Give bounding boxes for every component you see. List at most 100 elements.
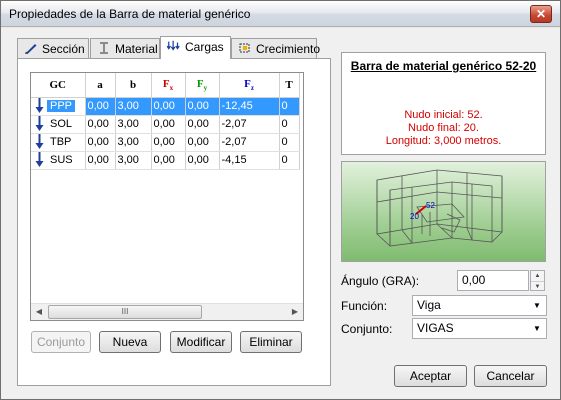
conjunto-button[interactable]: Conjunto	[31, 331, 91, 353]
bar-info-panel: Barra de material genérico 52-20 Nudo in…	[341, 52, 546, 155]
angulo-label: Ángulo (GRA):	[341, 274, 420, 288]
tab-cargas[interactable]: Cargas	[160, 36, 231, 59]
eliminar-button[interactable]: Eliminar	[240, 331, 302, 353]
conjunto-value: VIGAS	[417, 321, 454, 335]
node-label-end: 20	[410, 212, 419, 221]
tab-material[interactable]: Material	[90, 38, 160, 58]
tab-cargas-label: Cargas	[185, 40, 224, 54]
close-button[interactable]: ✕	[530, 5, 552, 23]
tab-seccion-label: Sección	[42, 42, 85, 56]
angulo-input[interactable]: 0,00	[457, 270, 529, 291]
bar-info-title: Barra de material genérico 52-20	[350, 59, 537, 73]
title-bar: Propiedades de la Barra de material gené…	[1, 1, 560, 27]
cell-b: 3,00	[115, 151, 152, 170]
longitud-text: Longitud: 3,000 metros.	[385, 135, 502, 147]
fy-subscript: y	[203, 83, 208, 92]
dialog-client-area: Sección Material Cargas Crecimiento GC a…	[1, 28, 560, 399]
funcion-label: Función:	[341, 299, 388, 313]
down-arrow-icon	[35, 116, 44, 131]
cell-b: 3,00	[115, 133, 152, 152]
cell-fz: -2,07	[219, 115, 280, 134]
fx-subscript: x	[169, 83, 174, 92]
fy-symbol: F	[196, 77, 204, 90]
scroll-left-icon[interactable]: ◀	[31, 304, 47, 320]
chevron-down-icon[interactable]: ▼	[530, 298, 544, 313]
window-title: Propiedades de la Barra de material gené…	[9, 7, 251, 21]
col-header-fz[interactable]: Fz	[219, 73, 280, 98]
cell-gc: PPP	[31, 97, 86, 116]
cell-fy: 0,00	[185, 115, 220, 134]
down-arrow-icon	[35, 98, 44, 113]
cell-fz: -4,15	[219, 151, 280, 170]
gc-label: SOL	[50, 117, 73, 130]
down-arrow-icon	[35, 134, 44, 149]
cell-fz: -2,07	[219, 133, 280, 152]
table-row[interactable]: TBP 0,00 3,00 0,00 0,00 -2,07 0	[31, 133, 300, 152]
fz-subscript: z	[250, 83, 254, 92]
loads-table: GC a b Fx Fy Fz T PPP 0,00 3,00 0,00 0,0…	[31, 73, 300, 170]
funcion-value: Viga	[417, 298, 441, 312]
col-header-t[interactable]: T	[279, 73, 300, 98]
tab-crecimiento-label: Crecimiento	[256, 42, 321, 56]
cell-a: 0,00	[85, 151, 116, 170]
tab-seccion[interactable]: Sección	[17, 38, 89, 58]
tab-crecimiento[interactable]: Crecimiento	[231, 38, 321, 58]
table-row[interactable]: SUS 0,00 3,00 0,00 0,00 -4,15 0	[31, 151, 300, 170]
gc-label: TBP	[50, 135, 72, 148]
cell-fx: 0,00	[151, 97, 186, 116]
cell-fx: 0,00	[151, 151, 186, 170]
growth-icon	[239, 43, 250, 53]
loads-icon	[167, 40, 180, 51]
gc-label: SUS	[50, 153, 73, 166]
cell-fy: 0,00	[185, 151, 220, 170]
cell-a: 0,00	[85, 115, 116, 134]
cell-fx: 0,00	[151, 133, 186, 152]
col-header-a[interactable]: a	[85, 73, 116, 98]
col-header-fy[interactable]: Fy	[185, 73, 220, 98]
conjunto-select[interactable]: VIGAS ▼	[412, 318, 547, 339]
cargas-tab-panel: GC a b Fx Fy Fz T PPP 0,00 3,00 0,00 0,0…	[17, 58, 331, 386]
spin-down-icon[interactable]: ▼	[531, 281, 544, 291]
modificar-button[interactable]: Modificar	[170, 331, 232, 353]
gc-label: PPP	[47, 99, 76, 112]
pencil-icon	[25, 44, 37, 54]
cell-b: 3,00	[115, 115, 152, 134]
chevron-down-icon[interactable]: ▼	[530, 321, 544, 336]
cell-a: 0,00	[85, 133, 116, 152]
nueva-button[interactable]: Nueva	[99, 331, 161, 353]
cell-t: 0	[279, 133, 300, 152]
spin-up-icon[interactable]: ▲	[531, 271, 544, 281]
angulo-spinner[interactable]: ▲ ▼	[530, 270, 545, 291]
cell-t: 0	[279, 97, 300, 116]
loads-grid[interactable]: GC a b Fx Fy Fz T PPP 0,00 3,00 0,00 0,0…	[30, 72, 304, 321]
scroll-thumb[interactable]: III	[48, 305, 202, 319]
structure-3d-view[interactable]: 52 20	[341, 161, 546, 262]
grid-header-row: GC a b Fx Fy Fz T	[31, 73, 300, 98]
funcion-select[interactable]: Viga ▼	[412, 295, 547, 316]
cell-b: 3,00	[115, 97, 152, 116]
cell-gc: SUS	[31, 151, 86, 170]
cell-t: 0	[279, 115, 300, 134]
nudo-final-text: Nudo final: 20.	[408, 122, 479, 134]
cancelar-button[interactable]: Cancelar	[474, 365, 547, 387]
cell-fy: 0,00	[185, 133, 220, 152]
col-header-b[interactable]: b	[115, 73, 152, 98]
cell-fx: 0,00	[151, 115, 186, 134]
table-row[interactable]: SOL 0,00 3,00 0,00 0,00 -2,07 0	[31, 115, 300, 134]
conjunto-label: Conjunto:	[341, 322, 393, 336]
cell-t: 0	[279, 151, 300, 170]
scroll-right-icon[interactable]: ▶	[287, 304, 303, 320]
table-row[interactable]: PPP 0,00 3,00 0,00 0,00 -12,45 0	[31, 97, 300, 116]
horizontal-scrollbar[interactable]: ◀ III ▶	[31, 303, 303, 320]
tab-material-label: Material	[115, 42, 158, 56]
cell-fz: -12,45	[219, 97, 280, 116]
down-arrow-icon	[35, 152, 44, 167]
aceptar-button[interactable]: Aceptar	[394, 365, 467, 387]
cell-gc: SOL	[31, 115, 86, 134]
col-header-gc[interactable]: GC	[31, 73, 86, 98]
fz-symbol: F	[244, 77, 251, 90]
cell-gc: TBP	[31, 133, 86, 152]
beam-icon	[100, 42, 108, 54]
col-header-fx[interactable]: Fx	[151, 73, 186, 98]
structure-wireframe: 52 20	[376, 169, 503, 247]
